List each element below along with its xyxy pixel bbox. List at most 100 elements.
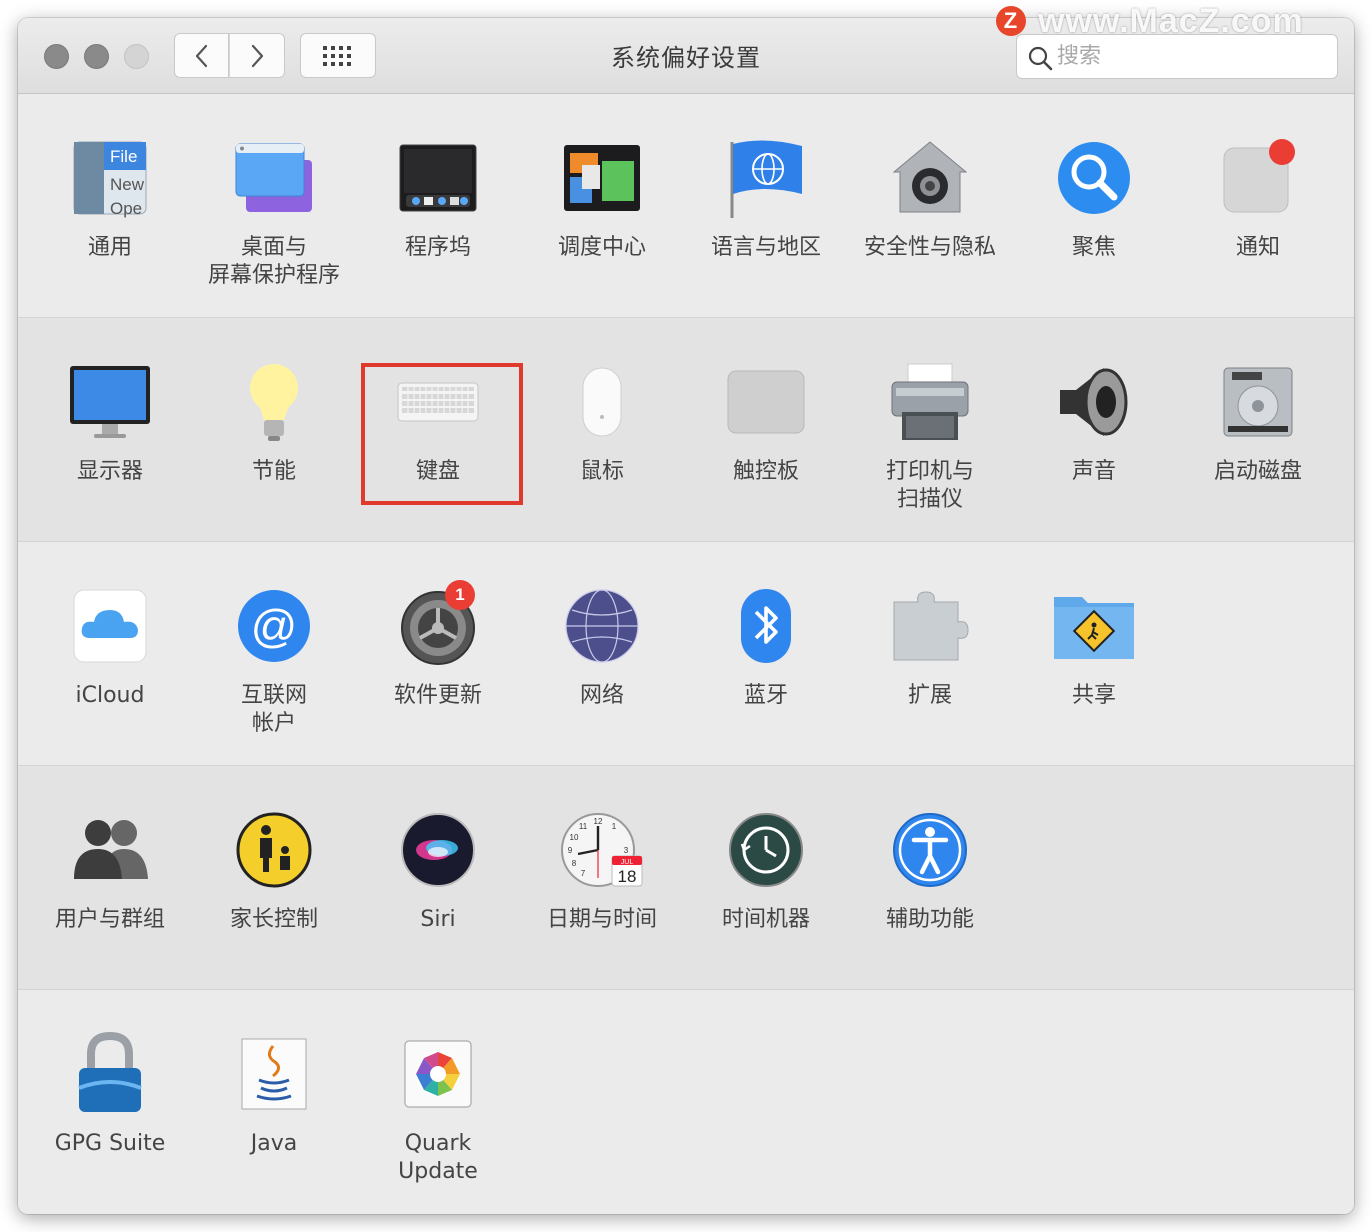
svg-text:9: 9	[568, 846, 573, 855]
time-machine-icon	[718, 802, 814, 898]
desktop-screensaver-icon	[226, 130, 322, 226]
pref-desktop-screensaver[interactable]: 桌面与 屏幕保护程序	[194, 94, 354, 294]
notifications-icon	[1210, 130, 1306, 226]
pref-label: 日期与时间	[546, 907, 657, 932]
sharing-icon	[1046, 578, 1142, 674]
network-icon	[554, 578, 650, 674]
update-count-badge: 1	[445, 580, 475, 610]
watermark-logo: Z	[996, 6, 1026, 36]
pref-printers-scanners[interactable]: 打印机与 扫描仪	[850, 318, 1010, 518]
minimize-button[interactable]	[84, 44, 109, 69]
pref-time-machine[interactable]: 时间机器	[686, 766, 846, 966]
pref-label: 键盘	[415, 459, 460, 484]
pref-label: 触控板	[732, 459, 799, 484]
pref-sound[interactable]: 声音	[1014, 318, 1174, 518]
internet-accounts-icon: @	[226, 578, 322, 674]
pref-label: 扩展	[907, 683, 952, 708]
language-region-icon	[718, 130, 814, 226]
pref-label: 显示器	[76, 459, 143, 484]
section-internet-wireless: iCloud @ 互联网 帐户 1 软件更新 网络 蓝牙 扩展 共享	[18, 542, 1354, 766]
startup-disk-icon	[1210, 354, 1306, 450]
pref-label: GPG Suite	[54, 1131, 166, 1156]
pref-mission-control[interactable]: 调度中心	[522, 94, 682, 294]
pref-label: 通知	[1235, 235, 1280, 260]
pref-gpg-suite[interactable]: GPG Suite	[30, 990, 190, 1190]
quark-update-icon	[390, 1026, 486, 1122]
accessibility-icon	[882, 802, 978, 898]
svg-text:11: 11	[579, 822, 588, 831]
svg-text:10: 10	[570, 833, 579, 842]
pref-extensions[interactable]: 扩展	[850, 542, 1010, 742]
section-personal: File New Ope 通用 桌面与 屏幕保护程序 程序坞 调度中心 语言与地…	[18, 94, 1354, 318]
users-groups-icon	[62, 802, 158, 898]
svg-text:3: 3	[624, 846, 629, 855]
pref-sharing[interactable]: 共享	[1014, 542, 1174, 742]
grid-icon	[323, 45, 351, 66]
svg-text:8: 8	[572, 859, 577, 868]
watermark-text: www.MacZ.com	[1038, 2, 1304, 40]
forward-button[interactable]	[229, 33, 285, 78]
spotlight-icon	[1046, 130, 1142, 226]
pref-software-update[interactable]: 1 软件更新	[358, 542, 518, 742]
show-all-button[interactable]	[300, 33, 376, 78]
pref-label: 通用	[87, 235, 132, 260]
date-time-icon: 12 1 3 8 9 10 11 7 JUL 18	[554, 802, 650, 898]
sound-icon	[1046, 354, 1142, 450]
extensions-icon	[882, 578, 978, 674]
search-icon	[1028, 46, 1053, 71]
pref-label: 互联网 帐户	[240, 683, 307, 736]
pref-trackpad[interactable]: 触控板	[686, 318, 846, 518]
pref-label: 语言与地区	[710, 235, 821, 260]
pref-energy-saver[interactable]: 节能	[194, 318, 354, 518]
pref-quark-update[interactable]: Quark Update	[358, 990, 518, 1190]
close-button[interactable]	[44, 44, 69, 69]
pref-label: 打印机与 扫描仪	[885, 459, 974, 512]
system-preferences-window: 系统偏好设置 File New Ope 通用	[18, 18, 1354, 1214]
pref-accessibility[interactable]: 辅助功能	[850, 766, 1010, 966]
svg-text:18: 18	[618, 867, 637, 886]
security-privacy-icon	[882, 130, 978, 226]
pref-label: 调度中心	[557, 235, 646, 260]
pref-general[interactable]: File New Ope 通用	[30, 94, 190, 294]
svg-text:1: 1	[612, 822, 617, 831]
chevron-right-icon	[251, 44, 264, 67]
java-icon	[226, 1026, 322, 1122]
pref-label: 家长控制	[229, 907, 318, 932]
printers-scanners-icon	[882, 354, 978, 450]
pref-label: 声音	[1071, 459, 1116, 484]
pref-parental-controls[interactable]: 家长控制	[194, 766, 354, 966]
back-button[interactable]	[174, 33, 229, 78]
pref-spotlight[interactable]: 聚焦	[1014, 94, 1174, 294]
pref-users-groups[interactable]: 用户与群组	[30, 766, 190, 966]
pref-bluetooth[interactable]: 蓝牙	[686, 542, 846, 742]
pref-keyboard[interactable]: 键盘	[358, 318, 518, 518]
pref-startup-disk[interactable]: 启动磁盘	[1178, 318, 1338, 518]
mouse-icon	[554, 354, 650, 450]
pref-date-time[interactable]: 12 1 3 8 9 10 11 7 JUL 18 日期与时间	[522, 766, 682, 966]
pref-label: 共享	[1071, 683, 1116, 708]
pref-label: 安全性与隐私	[863, 235, 996, 260]
svg-text:New: New	[110, 175, 145, 194]
icloud-icon	[62, 578, 158, 674]
pref-network[interactable]: 网络	[522, 542, 682, 742]
general-icon: File New Ope	[62, 130, 158, 226]
pref-siri[interactable]: Siri	[358, 766, 518, 966]
zoom-button[interactable]	[124, 44, 149, 69]
section-system: 用户与群组 家长控制 Siri 12 1 3 8 9 10 11 7 JUL 1…	[18, 766, 1354, 990]
pref-mouse[interactable]: 鼠标	[522, 318, 682, 518]
pref-notifications[interactable]: 通知	[1178, 94, 1338, 294]
pref-label: 辅助功能	[885, 907, 974, 932]
pref-java[interactable]: Java	[194, 990, 354, 1190]
pref-label: 网络	[579, 683, 624, 708]
pref-language-region[interactable]: 语言与地区	[686, 94, 846, 294]
displays-icon	[62, 354, 158, 450]
pref-icloud[interactable]: iCloud	[30, 542, 190, 742]
pref-internet-accounts[interactable]: @ 互联网 帐户	[194, 542, 354, 742]
pref-dock[interactable]: 程序坞	[358, 94, 518, 294]
pref-security-privacy[interactable]: 安全性与隐私	[850, 94, 1010, 294]
pref-displays[interactable]: 显示器	[30, 318, 190, 518]
pref-label: 聚焦	[1071, 235, 1116, 260]
section-other: GPG Suite Java Quark Update	[18, 990, 1354, 1214]
pref-label: 时间机器	[721, 907, 810, 932]
mission-control-icon	[554, 130, 650, 226]
